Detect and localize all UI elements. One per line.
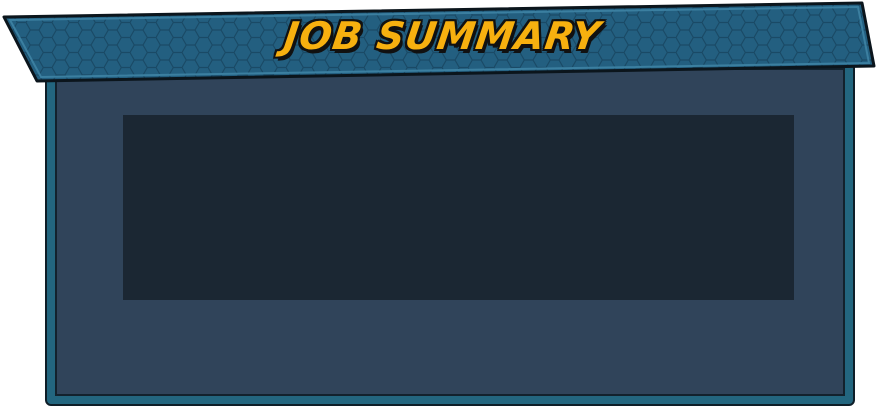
summary-content-area: [123, 115, 794, 300]
job-summary-window: JOB SUMMARY: [0, 0, 877, 407]
header-banner: JOB SUMMARY: [0, 0, 877, 90]
page-title: JOB SUMMARY: [281, 14, 604, 58]
